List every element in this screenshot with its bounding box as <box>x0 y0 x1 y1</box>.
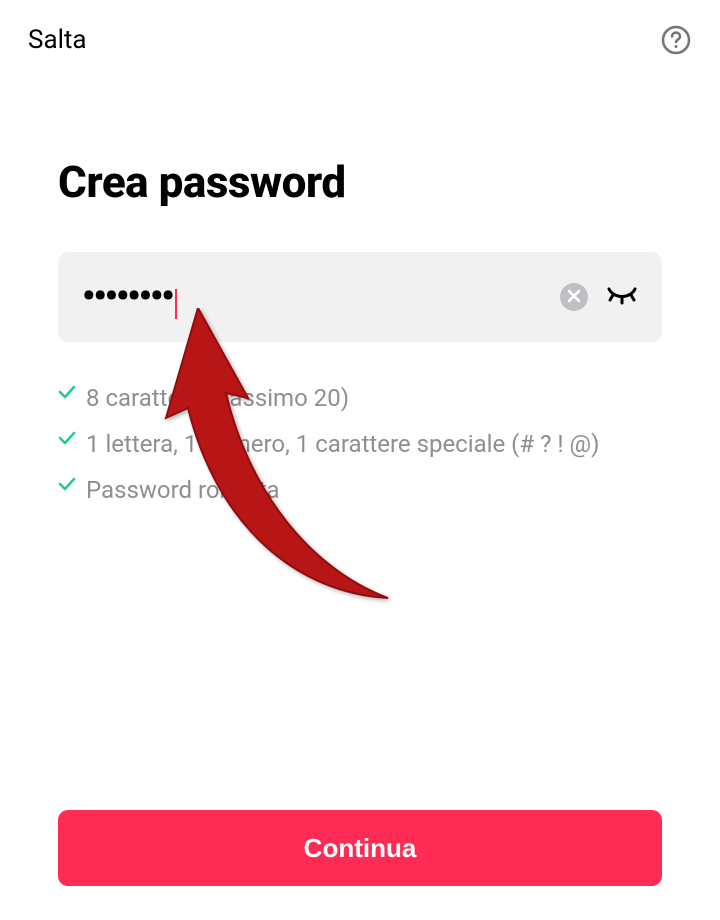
password-input-wrapper[interactable]: •••••••• <box>58 252 662 342</box>
password-input[interactable]: •••••••• <box>82 275 177 319</box>
check-icon <box>58 476 76 496</box>
requirement-item: Password robusta <box>58 472 662 508</box>
requirement-item: 1 lettera, 1 numero, 1 carattere special… <box>58 426 662 462</box>
continue-button[interactable]: Continua <box>58 810 662 886</box>
text-caret <box>175 289 177 319</box>
clear-button[interactable] <box>560 283 588 311</box>
password-requirements: 8 caratteri (massimo 20) 1 lettera, 1 nu… <box>58 380 662 508</box>
content-area: Crea password •••••••• <box>0 156 720 508</box>
requirement-item: 8 caratteri (massimo 20) <box>58 380 662 416</box>
requirement-text: Password robusta <box>86 472 280 508</box>
check-icon <box>58 430 76 450</box>
eye-closed-icon <box>606 285 638 309</box>
requirement-text: 8 caratteri (massimo 20) <box>86 380 349 416</box>
check-icon <box>58 384 76 404</box>
close-icon <box>567 288 581 307</box>
page-title: Crea password <box>58 156 662 208</box>
header: Salta <box>0 0 720 56</box>
toggle-visibility-button[interactable] <box>606 285 638 309</box>
requirement-text: 1 lettera, 1 numero, 1 carattere special… <box>86 426 599 462</box>
skip-link[interactable]: Salta <box>28 25 87 55</box>
password-masked: •••••••• <box>82 275 173 317</box>
help-icon[interactable] <box>660 24 692 56</box>
